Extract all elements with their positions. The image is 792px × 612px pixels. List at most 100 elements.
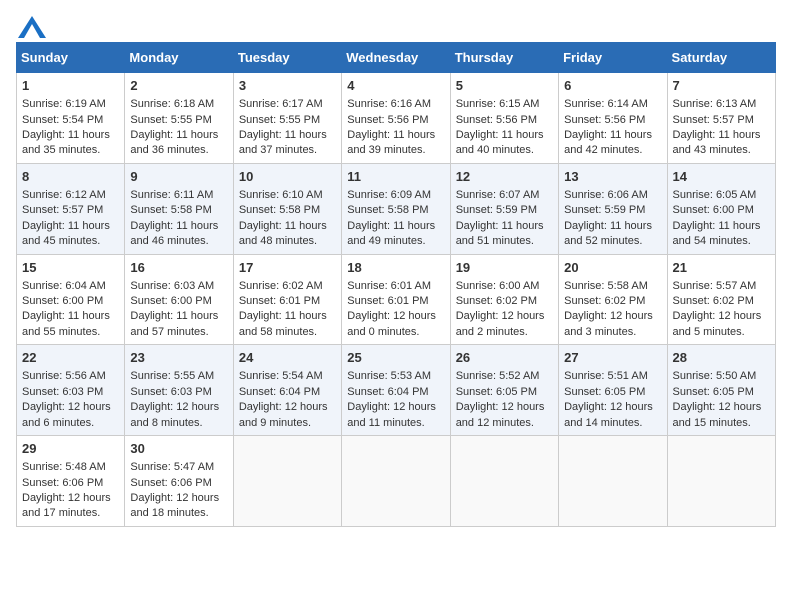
calendar-cell: 8 Sunrise: 6:12 AM Sunset: 5:57 PM Dayli… xyxy=(17,163,125,254)
daylight-label: Daylight: 12 hours and 12 minutes. xyxy=(456,401,545,428)
day-number: 30 xyxy=(130,440,227,458)
day-header-monday: Monday xyxy=(125,43,233,73)
sunset-label: Sunset: 6:02 PM xyxy=(456,295,537,307)
page-header xyxy=(16,16,776,34)
day-number: 7 xyxy=(673,77,770,95)
calendar-cell: 22 Sunrise: 5:56 AM Sunset: 6:03 PM Dayl… xyxy=(17,345,125,436)
calendar-cell: 29 Sunrise: 5:48 AM Sunset: 6:06 PM Dayl… xyxy=(17,436,125,527)
day-number: 21 xyxy=(673,259,770,277)
sunset-label: Sunset: 6:00 PM xyxy=(22,295,103,307)
sunset-label: Sunset: 6:05 PM xyxy=(456,386,537,398)
sunset-label: Sunset: 6:02 PM xyxy=(564,295,645,307)
day-number: 8 xyxy=(22,168,119,186)
calendar-cell: 14 Sunrise: 6:05 AM Sunset: 6:00 PM Dayl… xyxy=(667,163,775,254)
day-number: 28 xyxy=(673,349,770,367)
sunset-label: Sunset: 6:05 PM xyxy=(673,386,754,398)
sunset-label: Sunset: 6:06 PM xyxy=(22,477,103,489)
daylight-label: Daylight: 11 hours and 45 minutes. xyxy=(22,220,110,247)
sunset-label: Sunset: 6:01 PM xyxy=(347,295,428,307)
daylight-label: Daylight: 11 hours and 49 minutes. xyxy=(347,220,435,247)
calendar-cell: 17 Sunrise: 6:02 AM Sunset: 6:01 PM Dayl… xyxy=(233,254,341,345)
sunrise-label: Sunrise: 6:11 AM xyxy=(130,189,213,201)
day-number: 29 xyxy=(22,440,119,458)
calendar-cell: 20 Sunrise: 5:58 AM Sunset: 6:02 PM Dayl… xyxy=(559,254,667,345)
day-number: 13 xyxy=(564,168,661,186)
sunrise-label: Sunrise: 6:00 AM xyxy=(456,280,540,292)
day-number: 23 xyxy=(130,349,227,367)
sunset-label: Sunset: 6:03 PM xyxy=(130,386,211,398)
daylight-label: Daylight: 12 hours and 8 minutes. xyxy=(130,401,219,428)
sunset-label: Sunset: 5:58 PM xyxy=(347,204,428,216)
calendar-cell: 6 Sunrise: 6:14 AM Sunset: 5:56 PM Dayli… xyxy=(559,73,667,164)
day-number: 20 xyxy=(564,259,661,277)
sunrise-label: Sunrise: 5:55 AM xyxy=(130,370,214,382)
calendar-cell xyxy=(342,436,450,527)
sunrise-label: Sunrise: 6:14 AM xyxy=(564,98,648,110)
calendar-cell: 12 Sunrise: 6:07 AM Sunset: 5:59 PM Dayl… xyxy=(450,163,558,254)
logo xyxy=(16,16,46,34)
daylight-label: Daylight: 11 hours and 55 minutes. xyxy=(22,310,110,337)
day-number: 10 xyxy=(239,168,336,186)
daylight-label: Daylight: 12 hours and 2 minutes. xyxy=(456,310,545,337)
daylight-label: Daylight: 11 hours and 42 minutes. xyxy=(564,129,652,156)
sunrise-label: Sunrise: 6:01 AM xyxy=(347,280,431,292)
day-number: 24 xyxy=(239,349,336,367)
day-number: 9 xyxy=(130,168,227,186)
calendar-cell: 10 Sunrise: 6:10 AM Sunset: 5:58 PM Dayl… xyxy=(233,163,341,254)
day-number: 2 xyxy=(130,77,227,95)
daylight-label: Daylight: 12 hours and 11 minutes. xyxy=(347,401,436,428)
daylight-label: Daylight: 11 hours and 46 minutes. xyxy=(130,220,218,247)
day-number: 25 xyxy=(347,349,444,367)
day-number: 22 xyxy=(22,349,119,367)
daylight-label: Daylight: 12 hours and 5 minutes. xyxy=(673,310,762,337)
day-header-thursday: Thursday xyxy=(450,43,558,73)
sunset-label: Sunset: 6:04 PM xyxy=(239,386,320,398)
sunrise-label: Sunrise: 5:53 AM xyxy=(347,370,431,382)
sunrise-label: Sunrise: 5:47 AM xyxy=(130,461,214,473)
daylight-label: Daylight: 12 hours and 14 minutes. xyxy=(564,401,653,428)
day-number: 15 xyxy=(22,259,119,277)
day-header-tuesday: Tuesday xyxy=(233,43,341,73)
sunrise-label: Sunrise: 5:50 AM xyxy=(673,370,757,382)
sunset-label: Sunset: 5:55 PM xyxy=(239,114,320,126)
daylight-label: Daylight: 11 hours and 58 minutes. xyxy=(239,310,327,337)
sunset-label: Sunset: 5:57 PM xyxy=(673,114,754,126)
sunrise-label: Sunrise: 6:06 AM xyxy=(564,189,648,201)
calendar-cell: 30 Sunrise: 5:47 AM Sunset: 6:06 PM Dayl… xyxy=(125,436,233,527)
day-number: 6 xyxy=(564,77,661,95)
calendar-cell: 13 Sunrise: 6:06 AM Sunset: 5:59 PM Dayl… xyxy=(559,163,667,254)
day-header-wednesday: Wednesday xyxy=(342,43,450,73)
sunrise-label: Sunrise: 6:03 AM xyxy=(130,280,214,292)
sunset-label: Sunset: 6:03 PM xyxy=(22,386,103,398)
sunrise-label: Sunrise: 6:07 AM xyxy=(456,189,540,201)
calendar-cell: 2 Sunrise: 6:18 AM Sunset: 5:55 PM Dayli… xyxy=(125,73,233,164)
daylight-label: Daylight: 11 hours and 40 minutes. xyxy=(456,129,544,156)
calendar-cell: 3 Sunrise: 6:17 AM Sunset: 5:55 PM Dayli… xyxy=(233,73,341,164)
sunrise-label: Sunrise: 6:17 AM xyxy=(239,98,323,110)
calendar-cell: 4 Sunrise: 6:16 AM Sunset: 5:56 PM Dayli… xyxy=(342,73,450,164)
day-header-friday: Friday xyxy=(559,43,667,73)
sunrise-label: Sunrise: 5:52 AM xyxy=(456,370,540,382)
day-number: 1 xyxy=(22,77,119,95)
calendar-cell: 1 Sunrise: 6:19 AM Sunset: 5:54 PM Dayli… xyxy=(17,73,125,164)
day-number: 12 xyxy=(456,168,553,186)
sunset-label: Sunset: 5:56 PM xyxy=(456,114,537,126)
sunrise-label: Sunrise: 6:05 AM xyxy=(673,189,757,201)
sunrise-label: Sunrise: 5:48 AM xyxy=(22,461,106,473)
day-number: 4 xyxy=(347,77,444,95)
day-number: 19 xyxy=(456,259,553,277)
day-number: 17 xyxy=(239,259,336,277)
daylight-label: Daylight: 12 hours and 3 minutes. xyxy=(564,310,653,337)
sunrise-label: Sunrise: 5:54 AM xyxy=(239,370,323,382)
sunrise-label: Sunrise: 5:57 AM xyxy=(673,280,757,292)
sunset-label: Sunset: 5:56 PM xyxy=(564,114,645,126)
daylight-label: Daylight: 11 hours and 39 minutes. xyxy=(347,129,435,156)
calendar-cell: 25 Sunrise: 5:53 AM Sunset: 6:04 PM Dayl… xyxy=(342,345,450,436)
daylight-label: Daylight: 11 hours and 51 minutes. xyxy=(456,220,544,247)
calendar-cell: 16 Sunrise: 6:03 AM Sunset: 6:00 PM Dayl… xyxy=(125,254,233,345)
sunrise-label: Sunrise: 6:02 AM xyxy=(239,280,323,292)
sunrise-label: Sunrise: 5:51 AM xyxy=(564,370,648,382)
daylight-label: Daylight: 11 hours and 57 minutes. xyxy=(130,310,218,337)
calendar-cell: 19 Sunrise: 6:00 AM Sunset: 6:02 PM Dayl… xyxy=(450,254,558,345)
daylight-label: Daylight: 11 hours and 54 minutes. xyxy=(673,220,761,247)
